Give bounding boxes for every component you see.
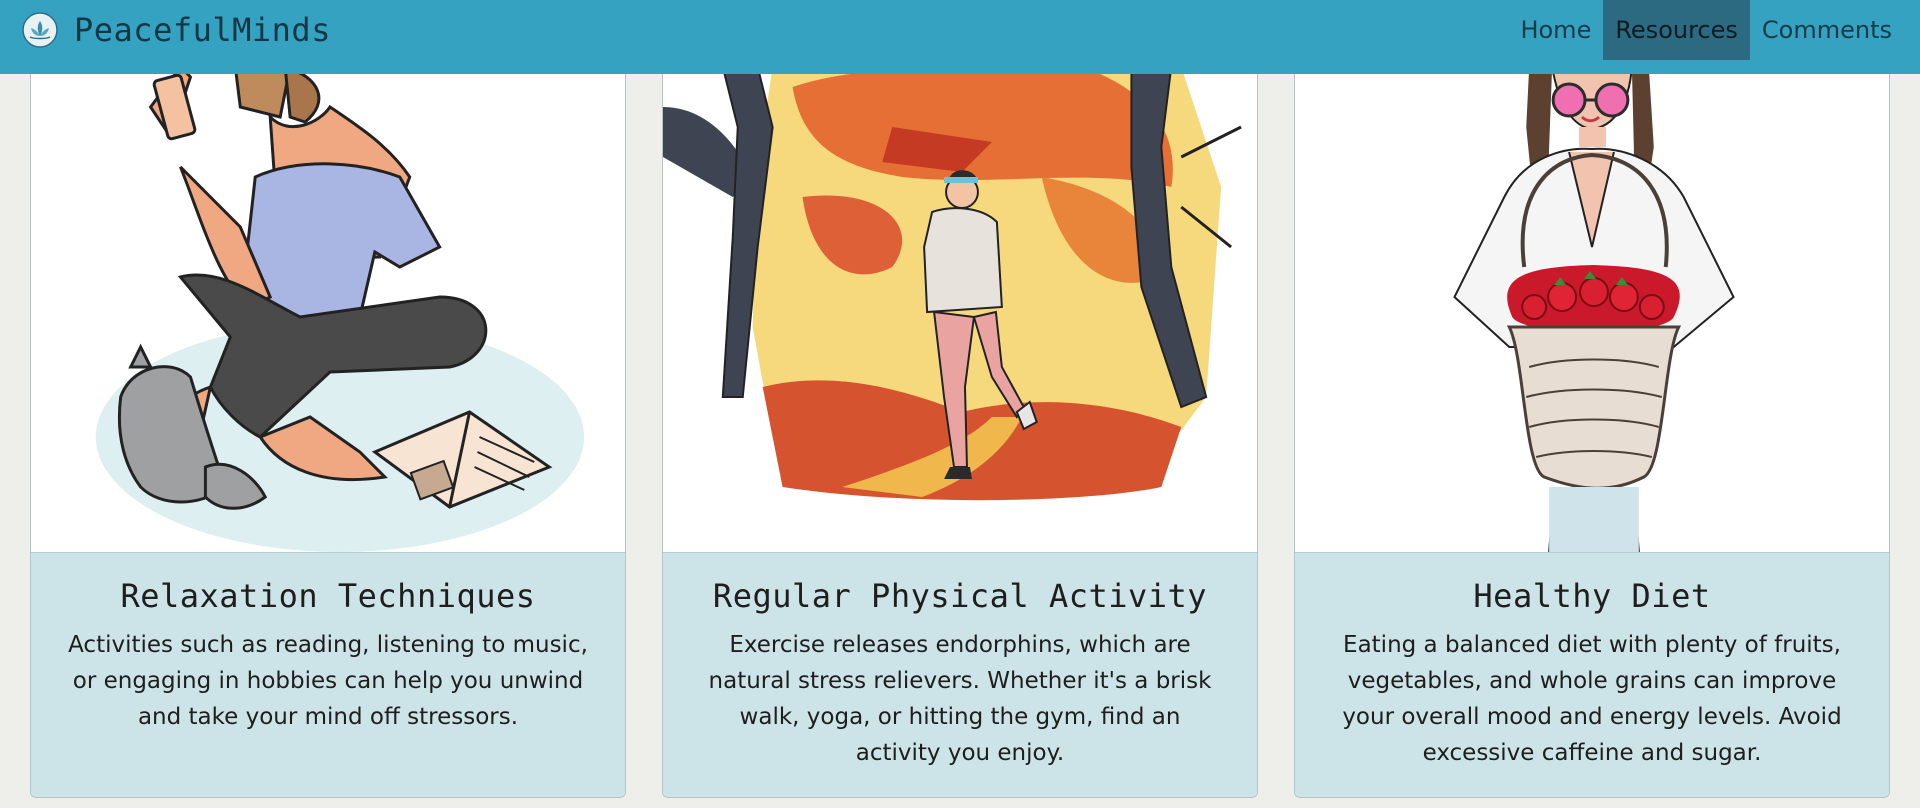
nav-resources[interactable]: Resources — [1603, 0, 1750, 60]
card-body: Relaxation Techniques Activities such as… — [31, 552, 625, 797]
card-text: Activities such as reading, listening to… — [68, 632, 588, 730]
diet-woman-illustration — [1295, 67, 1889, 552]
card-title: Healthy Diet — [1473, 577, 1711, 615]
card-text: Eating a balanced diet with plenty of fr… — [1342, 632, 1842, 766]
card-image — [663, 67, 1257, 552]
card-relaxation: Relaxation Techniques Activities such as… — [30, 66, 626, 798]
main-nav: Home Resources Comments — [1508, 0, 1920, 60]
card-title: Relaxation Techniques — [120, 577, 536, 615]
lotus-icon — [22, 12, 58, 48]
card-image — [31, 67, 625, 552]
brand[interactable]: PeacefulMinds — [22, 0, 331, 60]
card-body: Healthy Diet Eating a balanced diet with… — [1295, 552, 1889, 797]
card-physical-activity: Regular Physical Activity Exercise relea… — [662, 66, 1258, 798]
relaxing-woman-illustration — [31, 67, 625, 552]
card-title: Regular Physical Activity — [712, 577, 1208, 615]
nav-home[interactable]: Home — [1508, 0, 1603, 60]
card-healthy-diet: Healthy Diet Eating a balanced diet with… — [1294, 66, 1890, 798]
card-text: Exercise releases endorphins, which are … — [708, 632, 1212, 766]
brand-name: PeacefulMinds — [74, 11, 331, 49]
card-image — [1295, 67, 1889, 552]
nav-comments[interactable]: Comments — [1750, 0, 1920, 60]
navbar: PeacefulMinds Home Resources Comments — [0, 0, 1920, 74]
running-woman-illustration — [663, 67, 1257, 552]
card-body: Regular Physical Activity Exercise relea… — [663, 552, 1257, 797]
